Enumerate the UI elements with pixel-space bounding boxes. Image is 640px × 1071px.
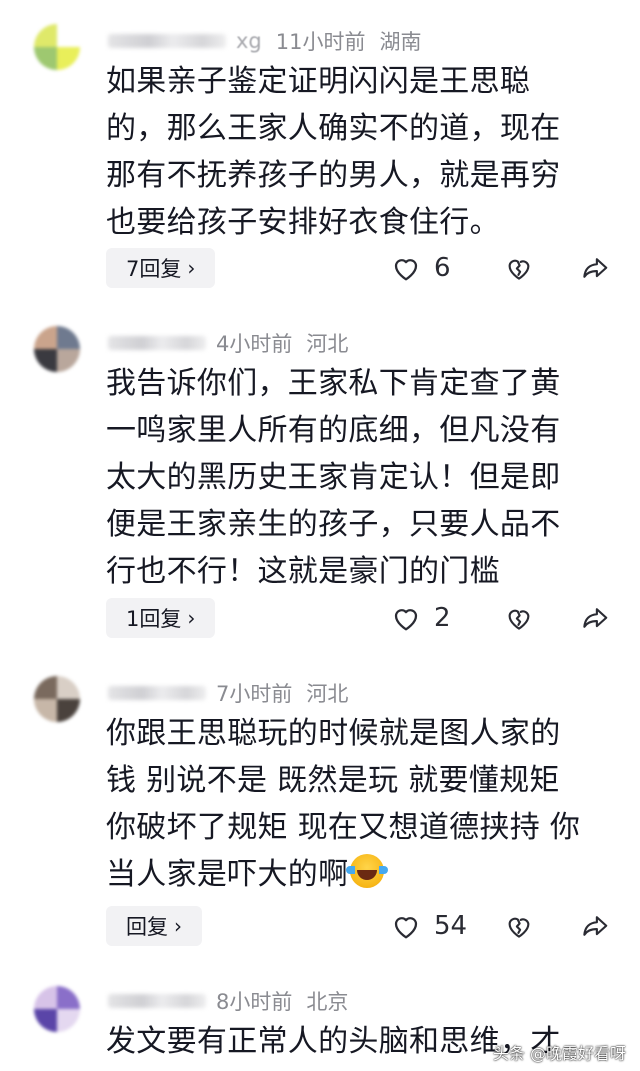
broken-heart-icon [508, 917, 530, 938]
comment-location: 北京 [306, 990, 349, 1014]
reply-label: 回复 [126, 915, 168, 939]
share-button[interactable] [580, 603, 610, 633]
dislike-button[interactable] [504, 253, 534, 283]
username-blurred[interactable] [108, 994, 206, 1008]
username-fragment: xg [236, 29, 262, 53]
comment-location: 河北 [306, 682, 349, 706]
comment-text-body: 你跟王思聪玩的时候就是图人家的 钱 别说不是 既然是玩 就要懂规矩 你破坏了规矩… [106, 716, 581, 892]
comment-actions: 2 [390, 598, 610, 638]
avatar[interactable] [34, 986, 80, 1032]
share-button[interactable] [580, 911, 610, 941]
share-arrow-icon [583, 608, 608, 628]
heart-icon [394, 259, 418, 281]
heart-icon [394, 917, 418, 939]
avatar[interactable] [34, 24, 80, 70]
comment-time: 11小时前 [275, 30, 366, 54]
watermark: 头条 @晚霞好看呀 [492, 1044, 626, 1063]
dislike-button[interactable] [504, 911, 534, 941]
like-count: 6 [434, 253, 451, 283]
comment-text: 我告诉你们，王家私下肯定查了黄 一鸣家里人所有的底细，但凡没有 太大的黑历史王家… [106, 366, 561, 589]
heart-icon [394, 609, 418, 631]
username-blurred[interactable] [108, 686, 206, 700]
chevron-right-icon: › [187, 606, 196, 630]
comment-text: 你跟王思聪玩的时候就是图人家的 钱 别说不是 既然是玩 就要懂规矩 你破坏了规矩… [106, 710, 606, 898]
avatar[interactable] [34, 676, 80, 722]
reply-button[interactable]: 回复 › [106, 906, 202, 946]
like-button[interactable]: 2 [390, 602, 470, 634]
like-count: 2 [434, 603, 451, 633]
comment-meta: xg 11小时前 湖南 [108, 24, 422, 58]
comment-time: 7小时前 [216, 682, 293, 706]
broken-heart-icon [508, 259, 530, 280]
avatar[interactable] [34, 326, 80, 372]
reply-button[interactable]: 1回复 › [106, 598, 216, 638]
comment-time: 4小时前 [216, 332, 293, 356]
comment-location: 湖南 [379, 30, 422, 54]
dislike-button[interactable] [504, 603, 534, 633]
chevron-right-icon: › [174, 914, 182, 938]
reply-label: 7回复 [126, 257, 182, 281]
reply-button[interactable]: 7回复 › [106, 248, 216, 288]
share-button[interactable] [580, 253, 610, 283]
like-count: 54 [434, 911, 468, 941]
like-button[interactable]: 54 [390, 910, 470, 942]
broken-heart-icon [508, 609, 530, 630]
comment-actions: 6 [390, 248, 610, 288]
username-blurred[interactable] [108, 336, 206, 350]
reply-label: 1回复 [126, 607, 182, 631]
comment-time: 8小时前 [216, 990, 293, 1014]
comment-meta: 7小时前 河北 [108, 676, 348, 710]
chevron-right-icon: › [187, 256, 196, 280]
share-arrow-icon [583, 258, 608, 278]
like-button[interactable]: 6 [390, 252, 470, 284]
comment-meta: 8小时前 北京 [108, 984, 348, 1018]
username-blurred[interactable] [108, 34, 226, 48]
comment-meta: 4小时前 河北 [108, 326, 348, 360]
comment-actions: 54 [390, 906, 610, 946]
comment-text: 如果亲子鉴定证明闪闪是王思聪 的，那么王家人确实不的道，现在 那有不抚养孩子的男… [106, 64, 561, 240]
share-arrow-icon [583, 916, 608, 936]
comment-location: 河北 [306, 332, 349, 356]
laughing-crying-emoji-icon [346, 854, 389, 888]
